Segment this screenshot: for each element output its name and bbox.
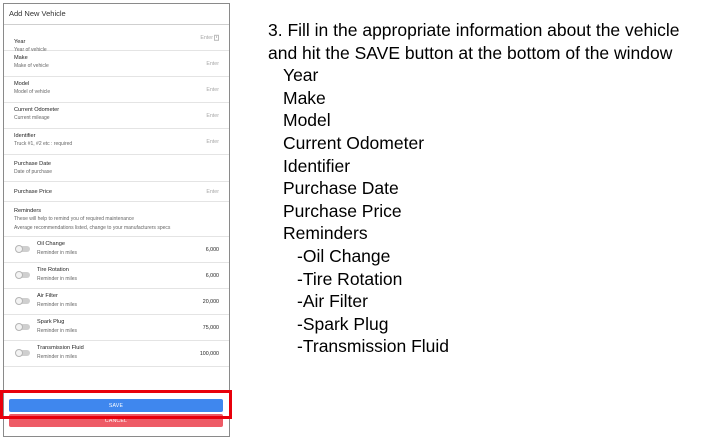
instruction-item: Year	[283, 65, 319, 86]
field-purchase-price[interactable]: Purchase Price Enter	[4, 182, 229, 202]
reminders-header: Reminders These will help to remind you …	[4, 202, 229, 237]
panel-title: Add New Vehicle	[4, 4, 229, 25]
toggle-switch[interactable]	[15, 296, 30, 305]
reminder-sublabel: Reminder in miles	[37, 302, 78, 308]
field-odometer-sublabel: Current mileage	[14, 115, 50, 121]
add-vehicle-panel: Add New Vehicle Year Year of vehicle Ent…	[3, 3, 230, 437]
reminder-label: Spark Plug	[37, 319, 65, 325]
reminder-air-filter: Air Filter Reminder in miles 20,000	[4, 289, 229, 315]
reminder-label: Air Filter	[37, 293, 58, 299]
reminder-value-input[interactable]: 6,000	[206, 247, 219, 253]
reminder-value-input[interactable]: 100,000	[200, 351, 219, 357]
instruction-subitem: -Oil Change	[297, 245, 391, 266]
field-identifier-sublabel: Truck #1, #2 etc : required	[14, 141, 73, 147]
field-odometer[interactable]: Current Odometer Current mileage Enter	[4, 103, 229, 129]
instruction-subitem: -Transmission Fluid	[297, 336, 450, 357]
toggle-switch[interactable]	[15, 270, 30, 279]
instruction-line: 3. Fill in the appropriate information a…	[268, 20, 680, 40]
instructions-text: 3. Fill in the appropriate information a…	[268, 19, 680, 358]
field-year-placeholder: Enter	[200, 34, 213, 41]
field-make-input[interactable]: Enter	[206, 61, 219, 67]
save-button-highlight	[0, 390, 232, 419]
field-year-input[interactable]: Enter ⇕	[200, 34, 219, 41]
field-purchase-price-label: Purchase Price	[14, 189, 52, 195]
reminder-value-input[interactable]: 6,000	[206, 273, 219, 279]
reminder-label: Oil Change	[37, 241, 65, 247]
field-model-sublabel: Model of vehicle	[14, 89, 51, 95]
instruction-line: and hit the SAVE button at the bottom of…	[268, 42, 673, 63]
reminder-oil-change: Oil Change Reminder in miles 6,000	[4, 237, 229, 263]
toggle-switch[interactable]	[15, 348, 30, 357]
instruction-item: Model	[283, 110, 331, 131]
field-model[interactable]: Model Model of vehicle Enter	[4, 77, 229, 103]
instruction-item: Identifier	[283, 155, 351, 176]
field-identifier[interactable]: Identifier Truck #1, #2 etc : required E…	[4, 129, 229, 155]
field-year[interactable]: Year Year of vehicle Enter ⇕	[4, 25, 229, 53]
instruction-item: Purchase Price	[283, 200, 402, 221]
reminder-value-input[interactable]: 75,000	[203, 325, 219, 331]
toggle-switch[interactable]	[15, 322, 30, 331]
reminder-value-input[interactable]: 20,000	[203, 299, 219, 305]
reminders-label: Reminders	[14, 208, 42, 214]
reminders-description: These will help to remind you of require…	[14, 216, 135, 222]
field-model-input[interactable]: Enter	[206, 87, 219, 93]
field-purchase-price-input[interactable]: Enter	[206, 189, 219, 195]
reminder-sublabel: Reminder in miles	[37, 354, 78, 360]
field-make-label: Make	[14, 55, 28, 61]
instruction-subitem: -Tire Rotation	[297, 268, 403, 289]
stepper-icon[interactable]: ⇕	[214, 34, 219, 41]
toggle-switch[interactable]	[15, 244, 30, 253]
reminder-tire-rotation: Tire Rotation Reminder in miles 6,000	[4, 263, 229, 289]
reminder-sublabel: Reminder in miles	[37, 250, 78, 256]
instruction-item: Reminders	[283, 223, 368, 244]
field-identifier-input[interactable]: Enter	[206, 139, 219, 145]
instruction-item: Current Odometer	[283, 132, 425, 153]
field-year-label: Year	[14, 39, 26, 45]
field-make-sublabel: Make of vehicle	[14, 63, 49, 69]
instruction-subitem: -Spark Plug	[297, 313, 389, 334]
reminder-sublabel: Reminder in miles	[37, 276, 78, 282]
reminder-label: Tire Rotation	[37, 267, 69, 273]
instruction-subitem: -Air Filter	[297, 291, 368, 312]
field-odometer-input[interactable]: Enter	[206, 113, 219, 119]
field-purchase-date-sublabel: Date of purchase	[14, 169, 53, 175]
field-identifier-label: Identifier	[14, 133, 36, 139]
reminder-spark-plug: Spark Plug Reminder in miles 75,000	[4, 315, 229, 341]
instruction-item: Make	[283, 87, 326, 108]
reminders-description-2: Average recommendations listed, change t…	[14, 225, 171, 231]
field-odometer-label: Current Odometer	[14, 107, 60, 113]
field-purchase-date[interactable]: Purchase Date Date of purchase	[4, 155, 229, 182]
reminder-label: Transmission Fluid	[37, 345, 84, 351]
field-purchase-date-label: Purchase Date	[14, 161, 52, 167]
field-make[interactable]: Make Make of vehicle Enter	[4, 51, 229, 77]
reminder-sublabel: Reminder in miles	[37, 328, 78, 334]
field-model-label: Model	[14, 81, 30, 87]
reminder-transmission-fluid: Transmission Fluid Reminder in miles 100…	[4, 341, 229, 367]
instruction-item: Purchase Date	[283, 178, 399, 199]
